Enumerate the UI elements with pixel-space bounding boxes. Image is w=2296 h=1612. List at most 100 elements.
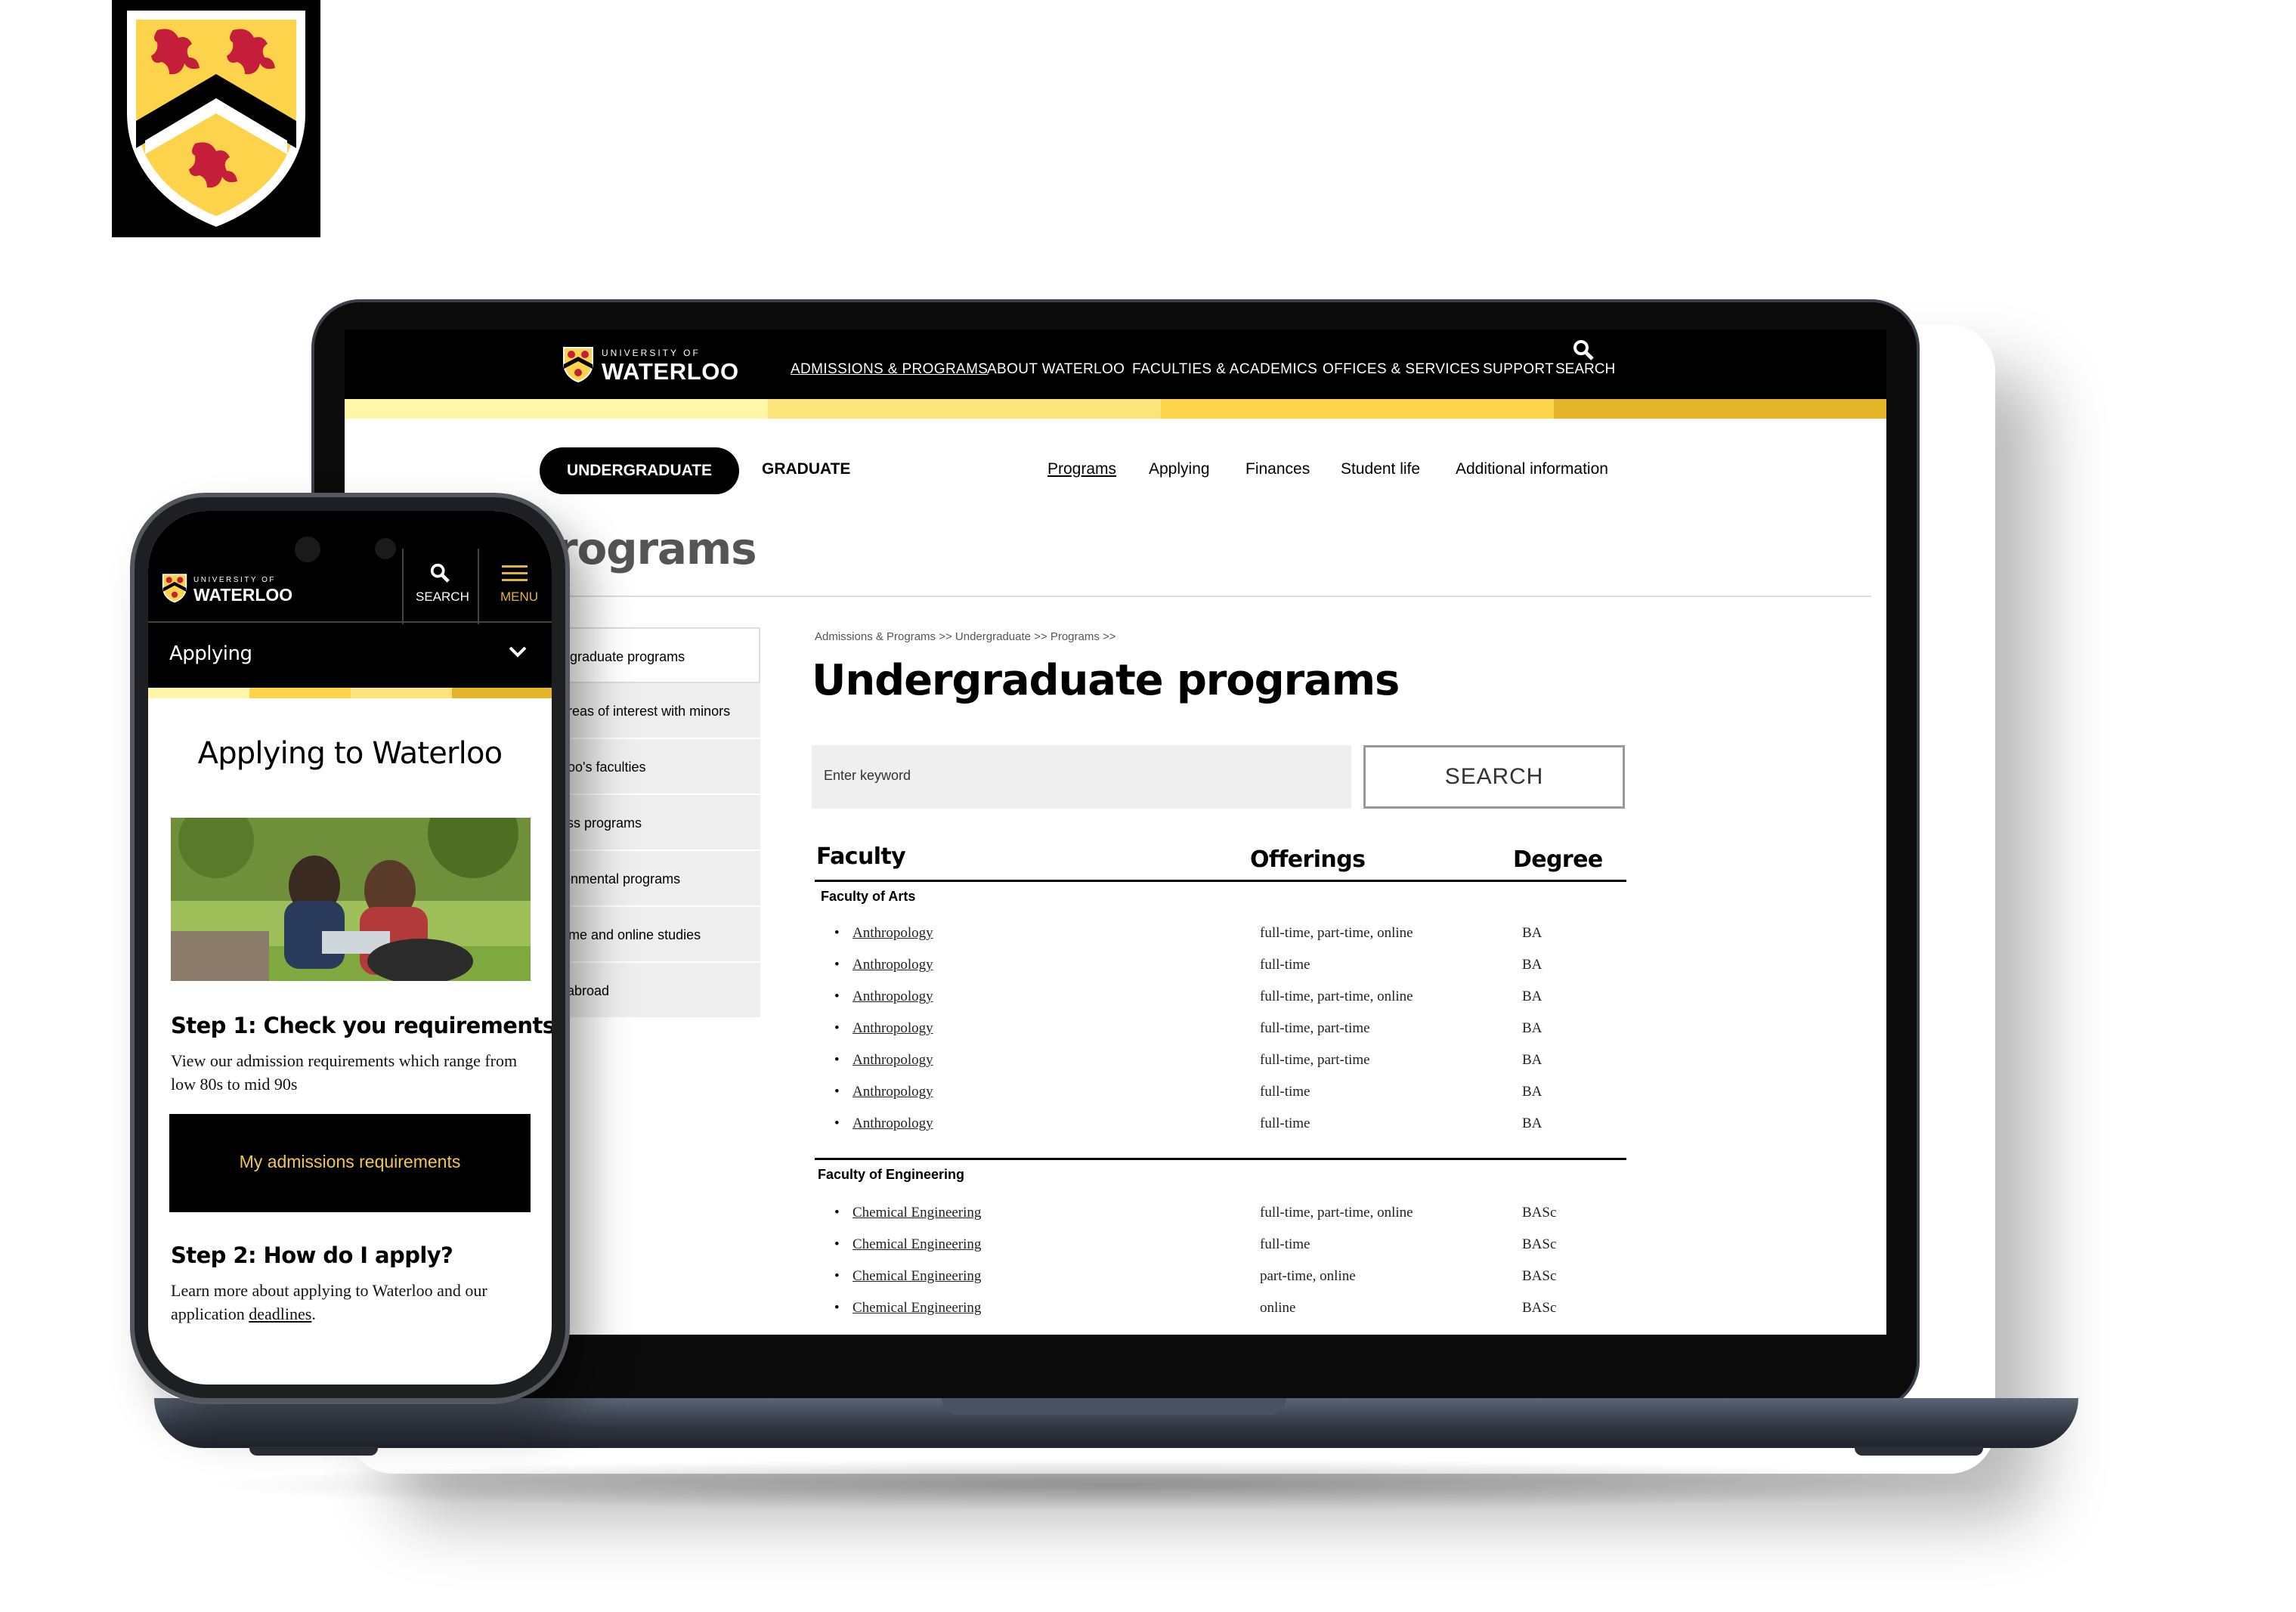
faculty-group-heading: Faculty of Arts (821, 889, 916, 904)
page-title: Undergraduate programs (812, 656, 1400, 705)
program-degree: BA (1522, 1115, 1543, 1131)
table-row: • Anthropology full-time, part-time, onlin… (834, 989, 1543, 1005)
table-row: • Anthropology full-time, part-time, onlin… (834, 925, 1543, 942)
faculty-group-heading: Faculty of Engineering (818, 1167, 965, 1182)
column-header-degree: Degree (1513, 846, 1603, 873)
phone-menu-label: MENU (500, 589, 539, 604)
phone-sensor (375, 538, 396, 559)
program-link[interactable]: Anthropology (852, 989, 933, 1005)
chevron-down-icon (509, 646, 527, 657)
program-offerings: full-time (1260, 1236, 1310, 1252)
program-offerings: full-time (1260, 957, 1310, 973)
table-row: • Anthropology full-time BA (834, 1084, 1543, 1100)
breadcrumb[interactable]: Admissions & Programs >> Undergraduate >… (815, 630, 1116, 643)
deadlines-link[interactable]: deadlines (249, 1304, 311, 1323)
program-offerings: part-time, online (1260, 1268, 1356, 1284)
my-admissions-requirements-button[interactable]: My admissions requirements (169, 1114, 531, 1212)
program-degree: BA (1522, 957, 1543, 973)
crest-icon (127, 11, 305, 227)
program-offerings: online (1260, 1300, 1296, 1316)
crest-icon (563, 347, 593, 382)
program-link[interactable]: Chemical Engineering (852, 1236, 981, 1253)
table-row: • Anthropology full-time, part-time BA (834, 1052, 1543, 1069)
phone-page-title: Applying to Waterloo (197, 736, 503, 771)
program-offerings: full-time, part-time, online (1260, 925, 1413, 941)
phone-color-stripe (148, 688, 552, 698)
program-degree: BASc (1522, 1268, 1557, 1284)
program-link[interactable]: Chemical Engineering (852, 1300, 981, 1317)
table-row: • Chemical Engineering full-time, part-tim… (834, 1205, 1557, 1221)
table-row: • Chemical Engineering full-time BASc (834, 1236, 1557, 1253)
subnav-programs[interactable]: Programs (1047, 460, 1116, 478)
search-icon (1573, 340, 1594, 360)
graduate-tab[interactable]: GRADUATE (762, 460, 850, 478)
header-search-label: SEARCH (1555, 361, 1616, 377)
subnav-student-life[interactable]: Student life (1341, 460, 1420, 478)
logo-university-of: UNIVERSITY OF (193, 576, 276, 584)
program-offerings: full-time, part-time, online (1260, 989, 1413, 1004)
phone-camera (295, 537, 320, 562)
step2-text-end: . (311, 1304, 316, 1323)
undergraduate-pill-button[interactable]: UNDERGRADUATE (540, 447, 739, 494)
program-degree: BA (1522, 1052, 1543, 1068)
program-degree: BASc (1522, 1205, 1557, 1221)
column-header-offerings: Offerings (1250, 846, 1366, 873)
nav-admissions-programs[interactable]: ADMISSIONS & PROGRAMS (791, 361, 988, 378)
step2-title: Step 2: How do I apply? (171, 1242, 453, 1268)
page-heading: rograms (556, 523, 757, 574)
program-link[interactable]: Anthropology (852, 1084, 933, 1100)
column-header-faculty: Faculty (816, 843, 906, 870)
program-link[interactable]: Anthropology (852, 957, 933, 973)
heading-divider (534, 596, 1871, 597)
subnav-applying[interactable]: Applying (1149, 460, 1210, 478)
keyword-search-input[interactable]: Enter keyword (812, 745, 1351, 809)
crest-icon (162, 574, 187, 603)
site-header: UNIVERSITY OF WATERLOO ADMISSIONS & PROG… (345, 330, 1886, 399)
table-row: • Anthropology full-time BA (834, 957, 1543, 973)
program-degree: BA (1522, 1020, 1543, 1036)
nav-about-waterloo[interactable]: ABOUT WATERLOO (987, 361, 1125, 378)
program-link[interactable]: Chemical Engineering (852, 1268, 981, 1285)
laptop-screen: UNIVERSITY OF WATERLOO ADMISSIONS & PROG… (345, 330, 1886, 1335)
header-color-stripe (345, 399, 1886, 419)
site-logo[interactable]: UNIVERSITY OF WATERLOO (562, 343, 751, 387)
university-crest-logo (112, 0, 320, 237)
nav-support[interactable]: SUPPORT (1483, 361, 1554, 378)
subnav-finances[interactable]: Finances (1245, 460, 1310, 478)
table-row: • Chemical Engineering part-time, online BA… (834, 1268, 1557, 1285)
program-link[interactable]: Anthropology (852, 925, 933, 942)
step2-text: Learn more about applying to Waterloo an… (171, 1279, 537, 1326)
phone-site-logo[interactable]: UNIVERSITY OF WATERLOO (162, 570, 313, 615)
step2-text-start: Learn more about applying to Waterloo an… (171, 1281, 487, 1323)
step1-text: View our admission requirements which ra… (171, 1051, 518, 1094)
program-offerings: full-time, part-time (1260, 1020, 1370, 1036)
header-search-button[interactable]: SEARCH (1552, 339, 1616, 391)
program-offerings: full-time (1260, 1084, 1310, 1100)
program-link[interactable]: Anthropology (852, 1052, 933, 1069)
hamburger-menu-icon (502, 565, 528, 581)
keyword-search-placeholder: Enter keyword (824, 768, 911, 783)
phone-section-dropdown[interactable]: Applying (148, 623, 552, 688)
students-photo-illustration (171, 818, 531, 981)
program-link[interactable]: Chemical Engineering (852, 1205, 981, 1221)
program-degree: BA (1522, 1084, 1543, 1100)
program-offerings: full-time (1260, 1115, 1310, 1131)
program-link[interactable]: Anthropology (852, 1020, 933, 1037)
nav-offices-services[interactable]: OFFICES & SERVICES (1323, 361, 1480, 378)
subnav-additional-information[interactable]: Additional information (1456, 460, 1608, 478)
table-row: • Anthropology full-time, part-time BA (834, 1020, 1543, 1037)
program-offerings: full-time, part-time, online (1260, 1205, 1413, 1221)
program-degree: BASc (1522, 1300, 1557, 1316)
phone-search-button[interactable]: SEARCH (404, 558, 476, 618)
logo-university-of: UNIVERSITY OF (602, 348, 701, 358)
program-link[interactable]: Anthropology (852, 1115, 933, 1132)
program-degree: BA (1522, 925, 1543, 941)
nav-faculties-academics[interactable]: FACULTIES & ACADEMICS (1132, 361, 1317, 378)
keyword-search-button[interactable]: SEARCH (1363, 745, 1625, 809)
program-degree: BASc (1522, 1236, 1557, 1252)
search-icon (430, 563, 450, 583)
cta-label: My admissions requirements (239, 1152, 461, 1171)
program-offerings: full-time, part-time (1260, 1052, 1370, 1068)
phone-search-label: SEARCH (416, 589, 469, 604)
phone-menu-button[interactable]: MENU (479, 558, 552, 618)
